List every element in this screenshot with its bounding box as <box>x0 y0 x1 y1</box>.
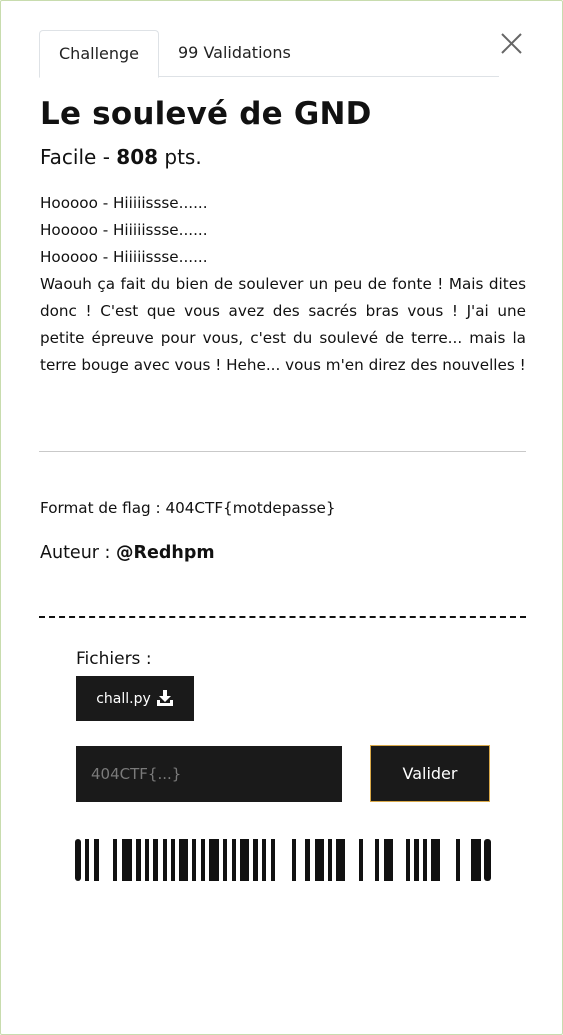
difficulty-label: Facile <box>40 145 97 169</box>
description-line: Hooooo - Hiiiiissse...... <box>40 248 208 266</box>
close-icon <box>501 33 522 54</box>
file-name: chall.py <box>96 690 151 707</box>
description-line: Hooooo - Hiiiiissse...... <box>40 221 208 239</box>
tab-challenge[interactable]: Challenge <box>39 30 159 78</box>
download-file-button[interactable]: chall.py <box>76 676 194 721</box>
files-label: Fichiers : <box>76 649 152 669</box>
challenge-difficulty-points: Facile - 808 pts. <box>40 145 202 169</box>
author-name: @Redhpm <box>116 543 215 563</box>
barcode-decoration <box>75 839 491 881</box>
dashed-divider <box>39 616 526 618</box>
close-button[interactable] <box>498 30 526 58</box>
description-line: Hooooo - Hiiiiissse...... <box>40 194 208 212</box>
author-line: Auteur : @Redhpm <box>40 543 215 563</box>
author-label: Auteur : <box>40 543 116 563</box>
flag-input[interactable] <box>76 746 342 802</box>
challenge-description: Hooooo - Hiiiiissse...... Hooooo - Hiiii… <box>40 190 526 379</box>
points-suffix: pts. <box>158 145 202 169</box>
flag-format: Format de flag : 404CTF{motdepasse} <box>40 499 336 517</box>
tab-validations[interactable]: 99 Validations <box>178 30 291 76</box>
divider <box>39 451 526 452</box>
description-paragraph: Waouh ça fait du bien de soulever un peu… <box>40 275 526 374</box>
points-value: 808 <box>116 145 159 169</box>
challenge-modal: Challenge 99 Validations Le soulevé de G… <box>0 0 563 1035</box>
challenge-title: Le soulevé de GND <box>40 96 372 132</box>
separator: - <box>96 145 117 169</box>
validate-button[interactable]: Valider <box>370 745 490 802</box>
download-icon <box>156 690 173 706</box>
tab-bar: Challenge 99 Validations <box>39 30 499 78</box>
